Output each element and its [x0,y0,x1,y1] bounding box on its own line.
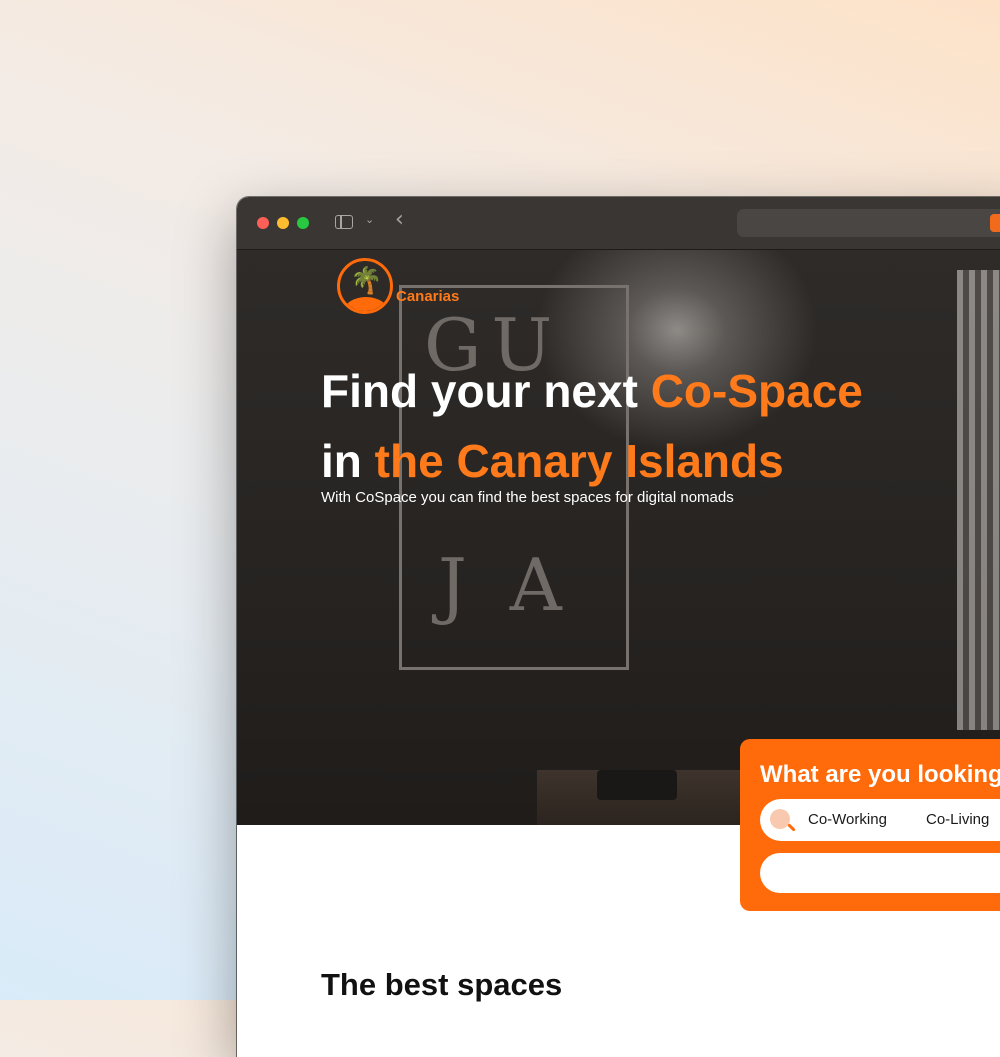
sidebar-toggle-icon[interactable] [335,215,353,229]
option-co-living[interactable]: Co-Living [926,811,989,828]
search-title: What are you looking for? [760,761,1000,788]
search-panel: What are you looking for? Co-Working Co-… [740,739,1000,911]
address-bar[interactable] [737,209,1000,237]
minimize-window-button[interactable] [277,217,289,229]
card-reader-decoration [597,770,677,800]
chevron-down-icon[interactable]: ⌄ [365,213,374,226]
zoom-window-button[interactable] [297,217,309,229]
best-spaces-title: The best spaces [321,967,563,1002]
window-blinds-decoration [957,270,1000,730]
option-co-working[interactable]: Co-Working [808,811,887,828]
browser-titlebar: ⌄ ‹ [237,197,1000,250]
site-favicon-icon [990,214,1000,232]
frame-text-bottom: J A [438,543,572,627]
search-icon[interactable] [770,809,790,829]
brand-name[interactable]: Canarias [396,288,459,305]
hero-subheadline: With CoSpace you can find the best space… [321,489,734,506]
palm-island-icon[interactable]: 🌴 [337,258,393,314]
search-input[interactable] [760,853,1000,893]
search-type-selector: Co-Working Co-Living [760,799,1000,841]
chevron-left-icon[interactable]: ‹ [395,208,404,232]
close-window-button[interactable] [257,217,269,229]
browser-window: ⌄ ‹ GU J A 🌴 Canarias Find your next Co-… [237,197,1000,1057]
hero-headline: Find your next Co-Space in the Canary Is… [321,365,863,487]
